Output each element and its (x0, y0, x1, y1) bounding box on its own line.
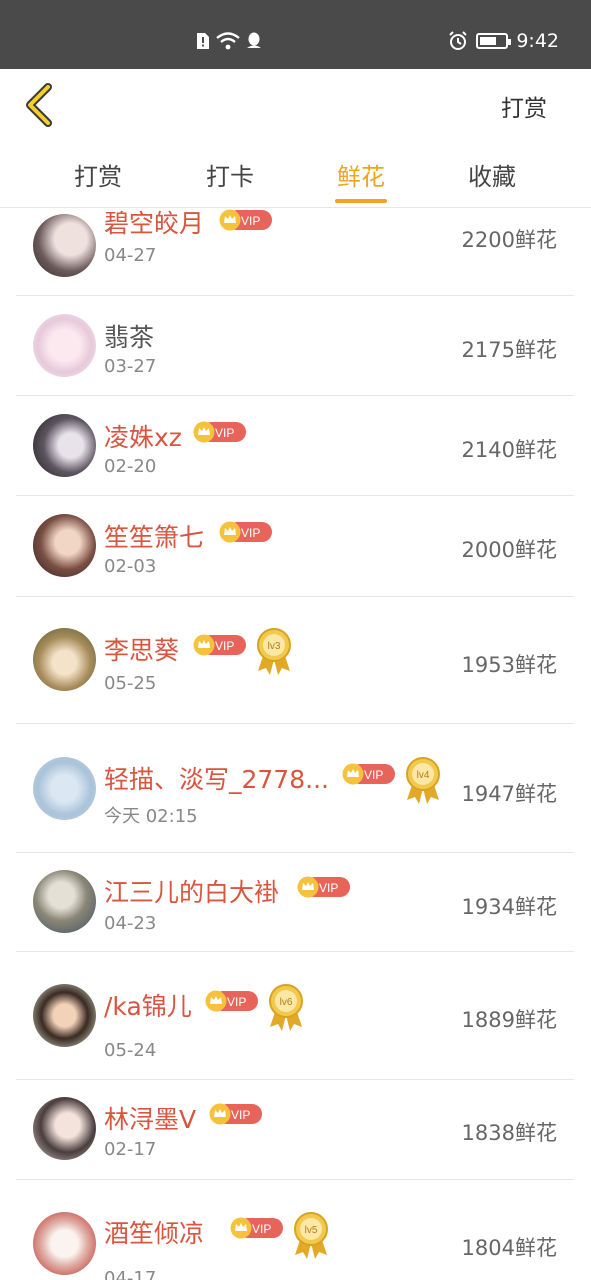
list-item[interactable]: 轻描、淡写_2778... VIP lv4 今天 02:15 1947鲜花 (16, 724, 574, 853)
avatar (33, 870, 96, 933)
date-label: 02-17 (104, 1139, 157, 1160)
flower-ranking-list: 碧空皎月 VIP 04-27 2200鲜花 翡茶 03-27 2175鲜花 凌姝… (0, 208, 591, 1280)
qq-icon (247, 32, 261, 48)
date-label: 04-17 (104, 1268, 157, 1280)
svg-text:VIP: VIP (364, 768, 383, 782)
avatar (33, 628, 96, 691)
list-item[interactable]: 凌姝xz VIP 02-20 2140鲜花 (16, 396, 574, 496)
level-medal-icon: lv4 (406, 757, 440, 804)
status-bar: 9:42 (0, 0, 591, 69)
tab-bar: 打赏 打卡 鲜花 收藏 (0, 141, 591, 208)
vip-badge-icon: VIP (219, 521, 272, 543)
vip-badge-icon: VIP (193, 421, 246, 443)
svg-text:lv6: lv6 (280, 997, 293, 1008)
avatar (33, 984, 96, 1047)
level-medal-icon: lv6 (269, 984, 303, 1031)
level-medal-icon: lv3 (257, 628, 291, 675)
date-label: 02-20 (104, 456, 157, 477)
top-bar: 打赏 (0, 69, 591, 141)
date-label: 02-03 (104, 556, 157, 577)
svg-text:VIP: VIP (231, 1108, 250, 1122)
active-tab-indicator (335, 199, 387, 203)
tab-reward[interactable]: 打赏 (58, 157, 138, 192)
svg-text:lv5: lv5 (305, 1225, 318, 1236)
date-label: 03-27 (104, 356, 157, 377)
flower-count: 2200鲜花 (461, 228, 557, 252)
flower-count: 1838鲜花 (461, 1121, 557, 1145)
svg-text:VIP: VIP (241, 214, 260, 228)
list-item[interactable]: 碧空皎月 VIP 04-27 2200鲜花 (16, 208, 574, 296)
list-item[interactable]: 李思葵 VIP lv3 05-25 1953鲜花 (16, 597, 574, 724)
date-label: 04-23 (104, 913, 157, 934)
vip-badge-icon: VIP (297, 876, 350, 898)
sim-alert-icon (197, 33, 209, 49)
list-item[interactable]: /ka锦儿 VIP lv6 05-24 1889鲜花 (16, 952, 574, 1080)
avatar (33, 757, 96, 820)
back-chevron-icon[interactable] (22, 83, 56, 127)
svg-text:VIP: VIP (241, 526, 260, 540)
flower-count: 2140鲜花 (461, 438, 557, 462)
flower-count: 1953鲜花 (461, 653, 557, 677)
tab-favorites[interactable]: 收藏 (452, 157, 532, 192)
date-label: 05-24 (104, 1040, 157, 1061)
svg-text:VIP: VIP (215, 639, 234, 653)
list-item[interactable]: 江三儿的白大褂 VIP 04-23 1934鲜花 (16, 853, 574, 952)
list-item[interactable]: 林浔墨V VIP 02-17 1838鲜花 (16, 1080, 574, 1180)
date-label: 今天 02:15 (104, 806, 198, 827)
flower-count: 1804鲜花 (461, 1236, 557, 1260)
user-name: 李思葵 (104, 636, 180, 665)
user-name: 凌姝xz (104, 423, 182, 452)
avatar (33, 1097, 96, 1160)
user-name: 笙笙箫七 (104, 523, 205, 552)
date-label: 04-27 (104, 245, 157, 266)
vip-badge-icon: VIP (219, 209, 272, 231)
avatar (33, 514, 96, 577)
alarm-icon (449, 31, 468, 50)
battery-icon (476, 33, 512, 49)
list-item[interactable]: 笙笙箫七 VIP 02-03 2000鲜花 (16, 496, 574, 597)
list-item[interactable]: 酒笙倾凉 VIP lv5 04-17 1804鲜花 (16, 1180, 574, 1280)
status-time: 9:42 (516, 30, 559, 52)
tab-checkin[interactable]: 打卡 (190, 157, 270, 192)
user-name: 江三儿的白大褂 (104, 878, 280, 907)
svg-text:VIP: VIP (252, 1222, 271, 1236)
avatar (33, 314, 96, 377)
vip-badge-icon: VIP (193, 634, 246, 656)
svg-text:lv3: lv3 (268, 641, 281, 652)
status-icons-left (196, 32, 262, 50)
status-icons-right: 9:42 (448, 30, 559, 52)
avatar (33, 214, 96, 277)
flower-count: 1934鲜花 (461, 895, 557, 919)
avatar (33, 414, 96, 477)
vip-badge-icon: VIP (205, 990, 258, 1012)
flower-count: 2000鲜花 (461, 538, 557, 562)
user-name: 碧空皎月 (104, 209, 205, 238)
user-name: 酒笙倾凉 (104, 1219, 205, 1248)
list-item[interactable]: 翡茶 03-27 2175鲜花 (16, 296, 574, 396)
svg-text:VIP: VIP (215, 426, 234, 440)
flower-count: 1947鲜花 (461, 782, 557, 806)
svg-text:VIP: VIP (319, 881, 338, 895)
avatar (33, 1212, 96, 1275)
vip-badge-icon: VIP (209, 1103, 262, 1125)
date-label: 05-25 (104, 673, 157, 694)
tab-flowers[interactable]: 鲜花 (321, 157, 401, 192)
flower-count: 1889鲜花 (461, 1008, 557, 1032)
svg-text:lv4: lv4 (417, 770, 430, 781)
svg-text:VIP: VIP (227, 995, 246, 1009)
user-name: 轻描、淡写_2778... (104, 765, 329, 794)
wifi-icon (216, 32, 240, 50)
vip-badge-icon: VIP (230, 1217, 283, 1239)
vip-badge-icon: VIP (342, 763, 395, 785)
user-name: 林浔墨V (104, 1105, 197, 1134)
user-name: /ka锦儿 (104, 992, 192, 1021)
flower-count: 2175鲜花 (461, 338, 557, 362)
level-medal-icon: lv5 (294, 1212, 328, 1259)
user-name: 翡茶 (104, 323, 155, 352)
reward-button[interactable]: 打赏 (501, 89, 547, 123)
